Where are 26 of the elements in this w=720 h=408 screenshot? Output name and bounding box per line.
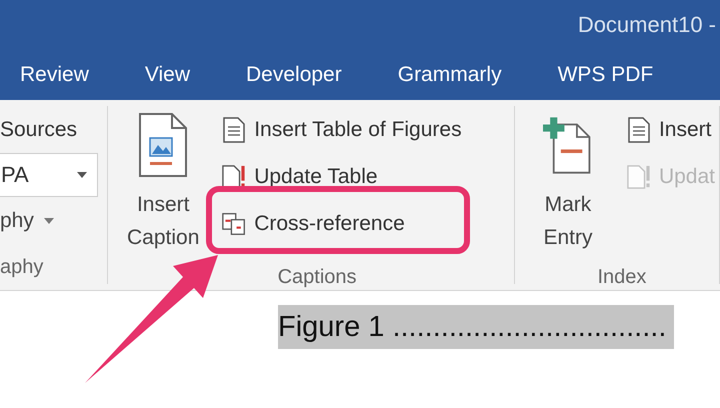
ribbon-large-button[interactable]: Mark Entry [524, 106, 611, 260]
ribbon-large-button[interactable]: Insert Caption [120, 106, 206, 260]
group-label: Captions [276, 265, 358, 290]
ribbon-small-button[interactable]: Update Table [218, 153, 466, 200]
group-label: aphy [0, 255, 44, 280]
caret-icon [77, 172, 87, 178]
window-title: Document10 - [578, 12, 717, 38]
ribbon-small-button[interactable]: Cross-reference [218, 200, 466, 247]
style-dropdown[interactable]: PA [0, 153, 98, 197]
document-lines-icon [222, 116, 246, 142]
bibliography-menu-button[interactable]: phy [0, 197, 98, 244]
ribbon-small-button[interactable]: Insert [622, 106, 719, 153]
group-label: Index [596, 265, 648, 290]
ribbon-tab[interactable]: WPS PDF [530, 57, 682, 93]
ribbon-tab[interactable]: View [116, 57, 218, 93]
document-lines-icon [626, 116, 651, 142]
ribbon-tab[interactable]: Grammarly [370, 57, 530, 93]
caption-document-icon [138, 112, 188, 178]
sources-label: Sources [0, 117, 78, 143]
ribbon-small-button[interactable]: Insert Table of Figures [218, 106, 466, 153]
caret-icon [44, 218, 54, 224]
ribbon-tab[interactable]: Developer [218, 57, 370, 93]
cross-reference-icon [222, 210, 246, 236]
table-of-figures-entry: Figure 1 .................................. [278, 305, 674, 349]
ribbon-tab[interactable]: Review [0, 57, 117, 93]
document-exclamation-icon [626, 164, 651, 190]
